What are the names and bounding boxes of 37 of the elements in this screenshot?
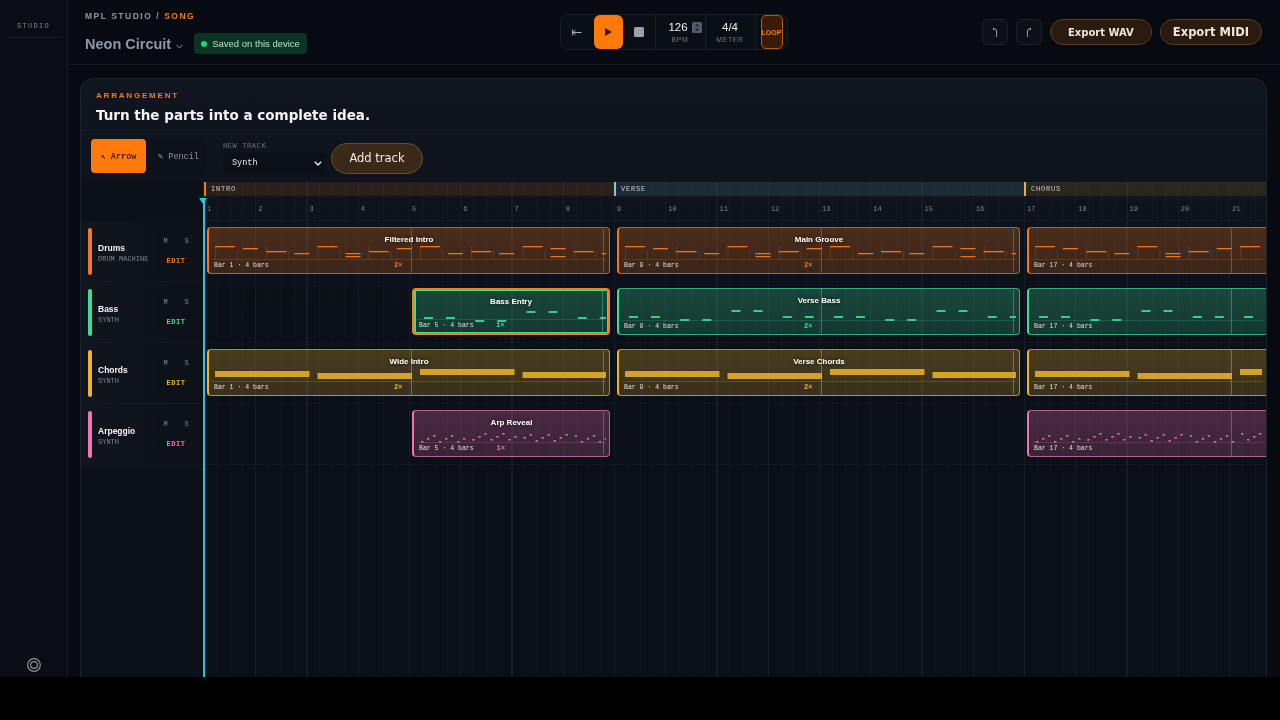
track-name[interactable]: Drums — [98, 241, 156, 254]
breadcrumb-item[interactable]: SONG — [164, 10, 196, 22]
redo-icon — [1025, 27, 1032, 37]
clip-title: Verse Chords — [793, 356, 845, 367]
add-track-button[interactable]: Add track — [331, 142, 423, 174]
undo-icon — [991, 27, 998, 37]
export-button[interactable]: Export WAV — [1049, 19, 1152, 45]
clip-title: Wide Intro — [389, 356, 429, 367]
playhead-marker[interactable] — [199, 198, 208, 677]
panel-heading: Turn the parts into a complete idea. — [96, 106, 372, 125]
track-name[interactable]: Arpeggio — [98, 424, 156, 437]
skip-to-start-icon — [572, 28, 582, 36]
export-button[interactable]: Export MIDI — [1159, 19, 1262, 45]
chevron-down-icon — [314, 160, 322, 166]
breadcrumb-separator: / — [156, 10, 161, 22]
track-name[interactable]: Chords — [98, 363, 156, 376]
panel-eyebrow: ARRANGEMENT — [96, 90, 180, 102]
clip-title: Filtered Intro — [384, 234, 434, 245]
stop-icon — [634, 27, 644, 37]
clip-title: Verse Bass — [797, 295, 841, 306]
play-icon — [604, 28, 612, 36]
breadcrumb-item[interactable]: MPL STUDIO — [85, 10, 153, 22]
clip-title: Arp Reveal — [490, 417, 533, 428]
tempo-value[interactable]: 126 — [668, 20, 688, 34]
save-status-text: Saved on this device — [212, 38, 300, 49]
chevron-down-icon[interactable] — [176, 44, 184, 49]
play-button[interactable] — [593, 15, 623, 49]
status-dot-icon — [201, 40, 208, 47]
ring-icon[interactable] — [26, 658, 41, 672]
track-name[interactable]: Bass — [98, 302, 156, 315]
song-title[interactable]: Neon Circuit — [85, 33, 172, 54]
clip-title: Bass Entry — [490, 296, 532, 307]
clip-title: Main Groove — [794, 234, 844, 245]
track-type-select[interactable]: Synth — [223, 152, 326, 174]
tool-button[interactable]: ↖ Arrow — [91, 139, 146, 173]
meter-value[interactable]: 4/4 — [722, 20, 738, 34]
stepper-icon[interactable] — [691, 21, 702, 33]
